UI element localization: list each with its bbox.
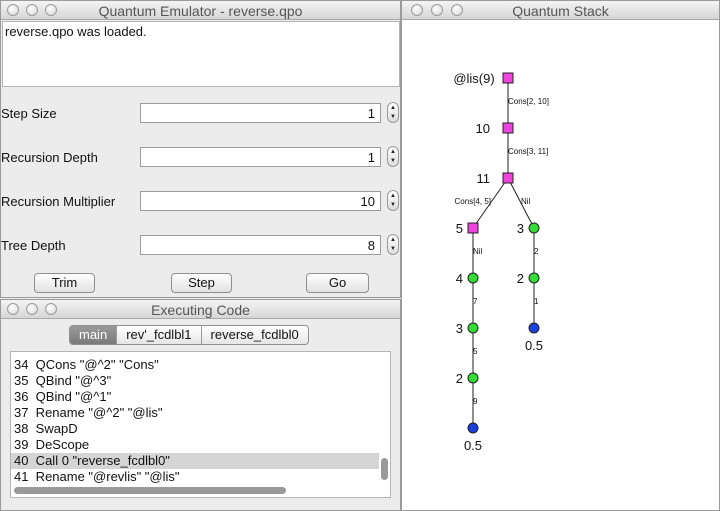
quantum-stack-window: Quantum Stack Cons[2, 10] Cons[3, 11] Cons… — [401, 0, 720, 511]
circle-node[interactable] — [467, 322, 479, 334]
trim-button[interactable]: Trim — [34, 273, 95, 293]
edge-label: 2 — [534, 247, 539, 256]
node-label: 4 — [456, 271, 463, 286]
tree-depth-label: Tree Depth — [1, 238, 66, 253]
node-label: 3 — [517, 221, 524, 236]
circle-node[interactable] — [467, 272, 479, 284]
recursion-multiplier-field[interactable]: 10 — [140, 191, 381, 211]
node-label: 0.5 — [525, 338, 543, 353]
go-button[interactable]: Go — [306, 273, 369, 293]
code-listing[interactable]: 34 QCons "@^2" "Cons" 35 QBind "@^3" 36 … — [10, 351, 391, 498]
tree-depth-field[interactable]: 8 — [140, 235, 381, 255]
code-line[interactable]: 37 Rename "@^2" "@lis" — [11, 405, 379, 421]
quantum-stack-tree[interactable]: Cons[2, 10] Cons[3, 11] Cons[4, 5] Nil Nil 2 7… — [402, 1, 720, 511]
recursion-multiplier-label: Recursion Multiplier — [1, 194, 116, 209]
code-line[interactable]: 39 DeScope — [11, 437, 379, 453]
stepper-down-icon[interactable]: ▼ — [388, 112, 398, 122]
node-label: 3 — [456, 321, 463, 336]
stepper-down-icon[interactable]: ▼ — [388, 200, 398, 210]
edge-label: Nil — [473, 247, 483, 256]
code-tabbar: main rev'_fcdlbl1 reverse_fcdlbl0 — [69, 325, 309, 345]
edge-label: Cons[2, 10] — [508, 97, 549, 106]
tab-reverse-fcdlbl0[interactable]: reverse_fcdlbl0 — [202, 326, 308, 344]
node-label: 11 — [477, 171, 491, 186]
square-node[interactable] — [502, 122, 514, 134]
circle-node[interactable] — [467, 372, 479, 384]
node-label: 10 — [476, 121, 490, 136]
recursion-depth-label: Recursion Depth — [1, 150, 98, 165]
recursion-depth-field[interactable]: 1 — [140, 147, 381, 167]
status-message: reverse.qpo was loaded. — [5, 24, 147, 39]
code-line-selected[interactable]: 40 Call 0 "reverse_fcdlbl0" — [11, 453, 379, 469]
node-label: @lis(9) — [453, 71, 494, 86]
code-line[interactable]: 41 Rename "@revlis" "@lis" — [11, 469, 379, 485]
code-line[interactable]: 34 QCons "@^2" "Cons" — [11, 357, 379, 373]
edge-label: 5 — [473, 347, 478, 356]
quantum-emulator-window: Quantum Emulator - reverse.qpo reverse.q… — [0, 0, 401, 298]
circle-node[interactable] — [528, 272, 540, 284]
code-line[interactable]: 35 QBind "@^3" — [11, 373, 379, 389]
leaf-node[interactable] — [528, 322, 540, 334]
node-label: 5 — [456, 221, 463, 236]
node-label: 2 — [456, 371, 463, 386]
code-line[interactable]: 38 SwapD — [11, 421, 379, 437]
stepper-down-icon[interactable]: ▼ — [388, 244, 398, 254]
edge-label: 9 — [473, 397, 478, 406]
executing-title: Executing Code — [151, 302, 250, 318]
executing-code-window: Executing Code main rev'_fcdlbl1 reverse… — [0, 299, 401, 511]
edge-label: 7 — [473, 297, 478, 306]
recursion-multiplier-stepper[interactable]: ▲ ▼ — [387, 190, 399, 211]
edge-label: Nil — [521, 197, 531, 206]
horizontal-scrollbar[interactable] — [14, 487, 286, 494]
square-node[interactable] — [467, 222, 479, 234]
code-line[interactable]: 36 QBind "@^1" — [11, 389, 379, 405]
node-label: 0.5 — [464, 438, 482, 453]
edge-label: Cons[3, 11] — [508, 147, 548, 156]
recursion-depth-stepper[interactable]: ▲ ▼ — [387, 146, 399, 167]
step-button[interactable]: Step — [171, 273, 232, 293]
step-size-field[interactable]: 1 — [140, 103, 381, 123]
square-node[interactable] — [502, 72, 514, 84]
edge-label: 1 — [534, 297, 539, 306]
status-text-area[interactable]: reverse.qpo was loaded. — [2, 21, 400, 87]
square-node[interactable] — [502, 172, 514, 184]
step-size-stepper[interactable]: ▲ ▼ — [387, 102, 399, 123]
emulator-titlebar[interactable]: Quantum Emulator - reverse.qpo — [1, 1, 400, 20]
step-size-label: Step Size — [1, 106, 57, 121]
leaf-node[interactable] — [467, 422, 479, 434]
vertical-scrollbar[interactable] — [381, 458, 388, 480]
tab-main[interactable]: main — [70, 326, 118, 344]
stepper-down-icon[interactable]: ▼ — [388, 156, 398, 166]
emulator-title: Quantum Emulator - reverse.qpo — [98, 3, 303, 19]
circle-node[interactable] — [528, 222, 540, 234]
edge-label: Cons[4, 5] — [455, 197, 491, 206]
tab-rev-fcdlbl1[interactable]: rev'_fcdlbl1 — [117, 326, 202, 344]
executing-titlebar[interactable]: Executing Code — [1, 300, 400, 319]
tree-depth-stepper[interactable]: ▲ ▼ — [387, 234, 399, 255]
node-label: 2 — [517, 271, 524, 286]
